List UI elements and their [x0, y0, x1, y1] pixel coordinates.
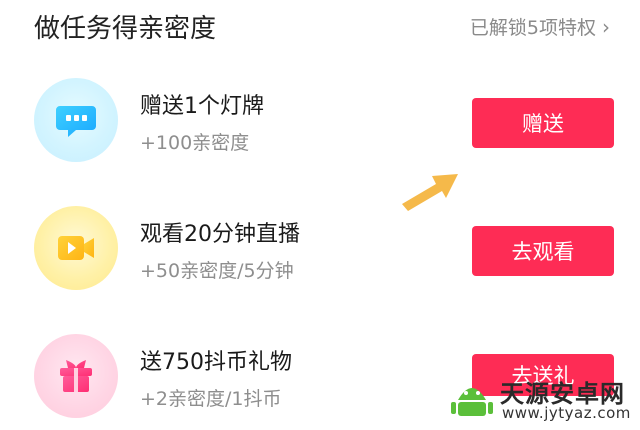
section-title: 做任务得亲密度 [34, 14, 217, 44]
chevron-right-icon: › [602, 14, 610, 39]
task-title: 赠送1个灯牌 [140, 94, 264, 119]
unlocked-privileges-link[interactable]: 已解锁5项特权 › [470, 13, 610, 40]
watermark-url: www.jytyaz.com [502, 404, 631, 422]
task-reward: +2亲密度/1抖币 [140, 388, 282, 410]
send-button[interactable]: 赠送 [472, 98, 614, 148]
gift-icon [34, 334, 118, 418]
video-camera-icon [34, 206, 118, 290]
task-item-send-badge: 赠送1个灯牌 +100亲密度 赠送 [0, 74, 640, 174]
task-section-header: 做任务得亲密度 已解锁5项特权 › [0, 0, 640, 50]
task-item-watch-live: 观看20分钟直播 +50亲密度/5分钟 去观看 [0, 202, 640, 302]
task-title: 观看20分钟直播 [140, 222, 300, 247]
unlocked-privileges-label: 已解锁5项特权 [469, 17, 596, 39]
task-title: 送750抖币礼物 [140, 350, 292, 375]
task-reward: +100亲密度 [140, 132, 250, 154]
watch-button[interactable]: 去观看 [472, 226, 614, 276]
android-logo-icon [451, 388, 493, 416]
task-reward: +50亲密度/5分钟 [140, 260, 294, 282]
chat-bubble-icon [34, 78, 118, 162]
site-watermark: 天源安卓网 www.jytyaz.com [442, 372, 640, 426]
